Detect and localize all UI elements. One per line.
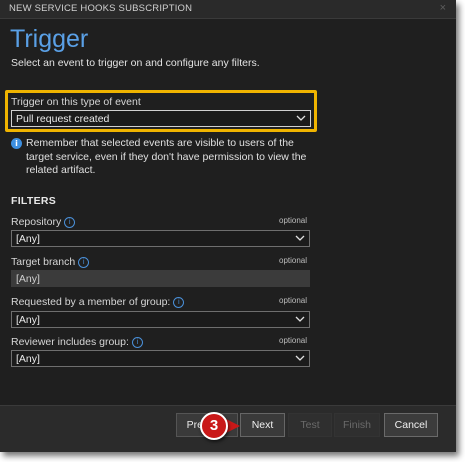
info-icon[interactable]: i xyxy=(131,337,143,348)
repository-value: [Any] xyxy=(16,233,40,245)
service-hooks-dialog: NEW SERVICE HOOKS SUBSCRIPTION × Trigger… xyxy=(0,0,456,452)
cancel-button[interactable]: Cancel xyxy=(384,413,438,437)
requested-by-label: Requested by a member of group: i xyxy=(11,296,185,308)
chevron-down-icon xyxy=(296,115,306,121)
reviewer-label: Reviewer includes group: i xyxy=(11,336,143,348)
trigger-select[interactable]: Pull request created xyxy=(11,110,311,127)
chevron-down-icon xyxy=(295,355,305,361)
trigger-value: Pull request created xyxy=(16,113,110,125)
chevron-down-icon xyxy=(295,235,305,241)
repository-optional: optional xyxy=(279,216,308,225)
chevron-down-icon xyxy=(295,316,305,322)
reviewer-value: [Any] xyxy=(16,353,40,365)
reviewer-optional: optional xyxy=(279,336,308,345)
page-title: Trigger xyxy=(10,25,89,53)
visibility-note: Remember that selected events are visibl… xyxy=(26,137,307,176)
target-branch-value: [Any] xyxy=(16,273,40,285)
target-branch-label: Target branch i xyxy=(11,256,90,268)
info-icon[interactable]: i xyxy=(78,257,90,268)
filters-heading: FILTERS xyxy=(11,195,57,207)
repository-label: Repository i xyxy=(11,216,76,228)
finish-button: Finish xyxy=(334,413,380,437)
info-icon[interactable]: i xyxy=(64,217,76,228)
target-branch-optional: optional xyxy=(279,256,308,265)
page-subtitle: Select an event to trigger on and config… xyxy=(11,57,260,69)
step-callout-badge: 3 xyxy=(200,412,228,440)
requested-by-value: [Any] xyxy=(16,314,40,326)
dialog-titlebar: NEW SERVICE HOOKS SUBSCRIPTION × xyxy=(0,0,456,19)
info-icon[interactable]: i xyxy=(173,297,185,308)
callout-arrow xyxy=(226,419,240,433)
repository-select[interactable]: [Any] xyxy=(11,230,310,247)
next-button[interactable]: Next xyxy=(240,413,285,437)
requested-by-optional: optional xyxy=(279,296,308,305)
requested-by-select[interactable]: [Any] xyxy=(11,311,310,328)
close-icon[interactable]: × xyxy=(440,2,446,14)
info-icon: i xyxy=(11,138,22,149)
dialog-title: NEW SERVICE HOOKS SUBSCRIPTION xyxy=(9,3,193,14)
target-branch-input[interactable]: [Any] xyxy=(11,270,310,287)
reviewer-select[interactable]: [Any] xyxy=(11,350,310,367)
trigger-label: Trigger on this type of event xyxy=(11,96,141,108)
test-button: Test xyxy=(288,413,332,437)
